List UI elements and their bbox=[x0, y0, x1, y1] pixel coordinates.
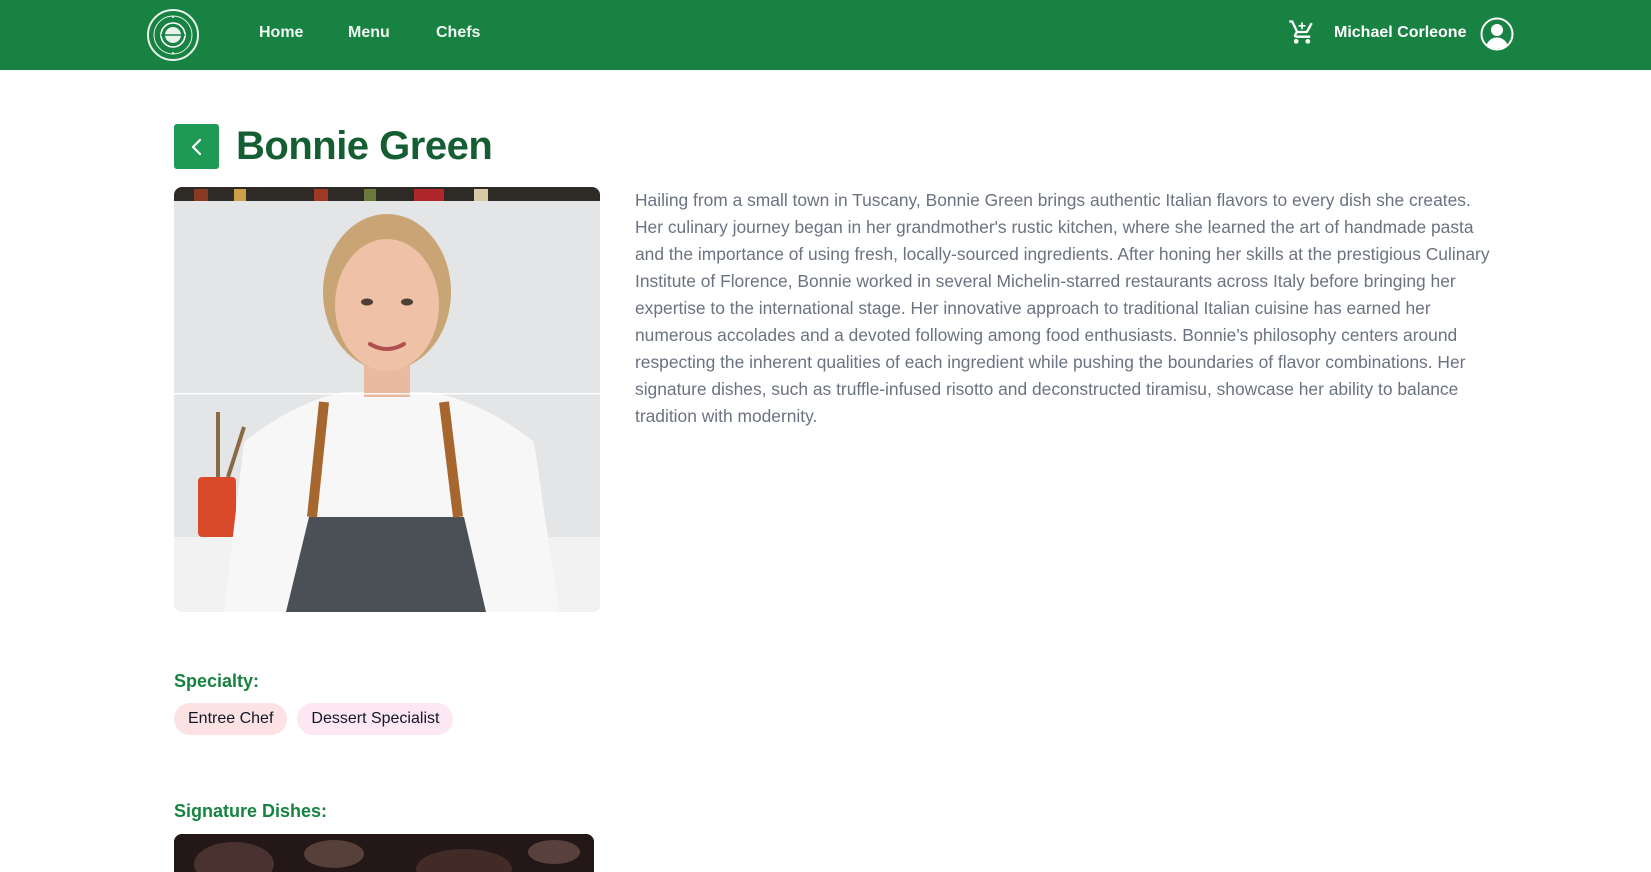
cart-icon[interactable] bbox=[1288, 18, 1316, 46]
nav-link-home[interactable]: Home bbox=[259, 23, 303, 43]
chef-bio: Hailing from a small town in Tuscany, Bo… bbox=[635, 190, 1490, 426]
nav-link-menu[interactable]: Menu bbox=[348, 23, 390, 43]
signature-dishes-label: Signature Dishes: bbox=[174, 801, 328, 821]
chef-name-title: Bonnie Green bbox=[236, 124, 493, 168]
specialty-tag: Entree Chef bbox=[174, 703, 288, 735]
user-name[interactable]: Michael Corleone bbox=[1334, 23, 1466, 43]
specialty-tag: Dessert Specialist bbox=[297, 703, 454, 735]
chef-photo bbox=[174, 187, 600, 612]
nav-link-chefs[interactable]: Chefs bbox=[436, 23, 480, 43]
chevron-left-icon bbox=[191, 138, 201, 155]
user-avatar-icon[interactable] bbox=[1480, 17, 1514, 51]
specialty-tags: Entree Chef Dessert Specialist bbox=[174, 703, 454, 735]
restaurant-logo-icon[interactable] bbox=[147, 9, 199, 61]
signature-dish-card[interactable] bbox=[174, 834, 594, 872]
top-navbar: Home Menu Chefs Michael Corleone bbox=[0, 0, 1651, 70]
back-button[interactable] bbox=[174, 124, 219, 169]
specialty-label: Specialty: bbox=[174, 671, 260, 691]
